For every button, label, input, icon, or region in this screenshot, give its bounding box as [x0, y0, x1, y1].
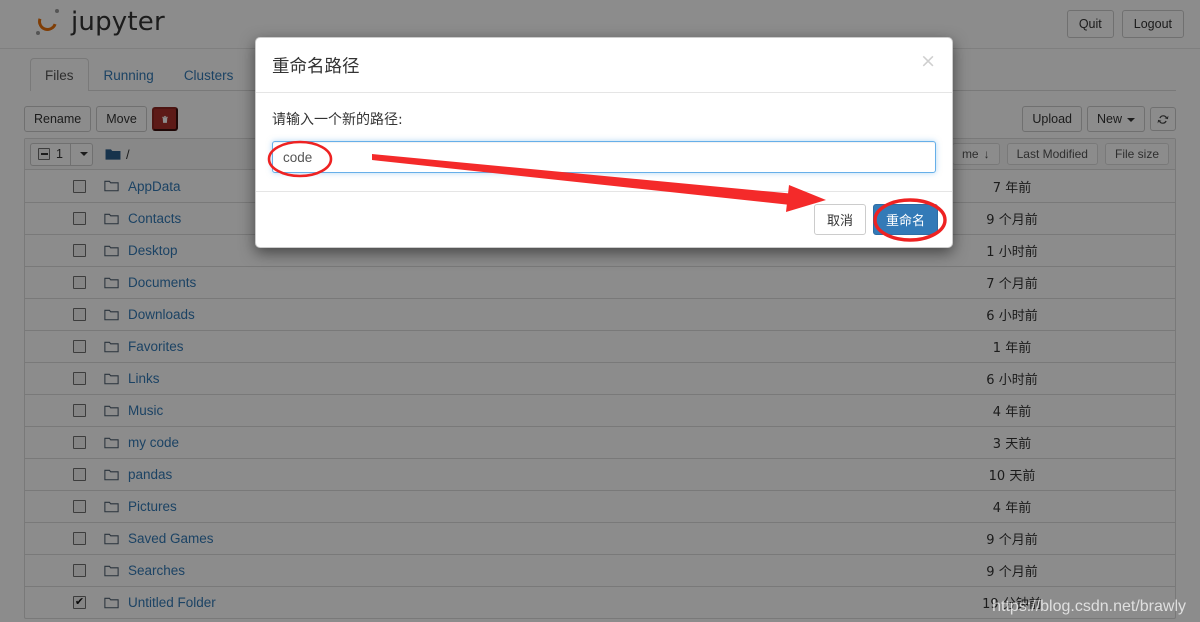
new-path-input[interactable]	[272, 141, 936, 173]
modal-header: 重命名路径 ×	[256, 38, 952, 93]
modal-title: 重命名路径	[272, 57, 360, 77]
new-path-label: 请输入一个新的路径:	[272, 112, 403, 128]
cancel-button[interactable]: 取消	[813, 204, 866, 235]
close-icon[interactable]: ×	[920, 52, 936, 71]
modal-body: 请输入一个新的路径:	[256, 93, 952, 191]
confirm-rename-button[interactable]: 重命名	[872, 204, 938, 235]
rename-path-modal: 重命名路径 × 请输入一个新的路径: 取消 重命名	[255, 37, 953, 248]
modal-footer: 取消 重命名	[256, 191, 952, 247]
watermark: https://blog.csdn.net/brawly	[992, 598, 1186, 615]
